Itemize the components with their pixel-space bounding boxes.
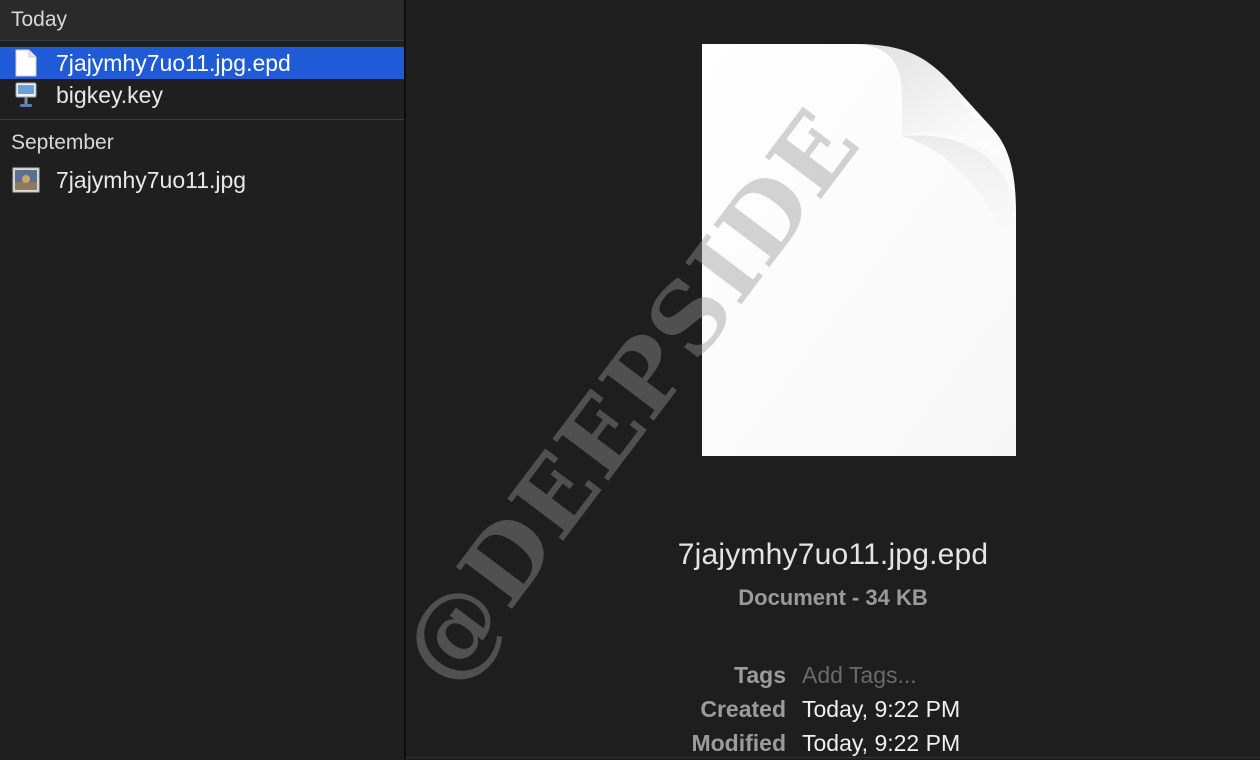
tags-row: Tags Add Tags... [606,658,1066,692]
file-row-epd[interactable]: 7jajymhy7uo11.jpg.epd [0,47,404,79]
keynote-file-icon [12,81,40,109]
add-tags-field[interactable]: Add Tags... [802,662,917,689]
blank-document-icon [12,49,40,77]
file-row-bigkey[interactable]: bigkey.key [0,79,404,111]
finder-window: Today 7jajymhy7uo11.jpg.epd bigkey.key S… [0,0,1260,760]
tags-label: Tags [734,661,786,688]
file-name-label: 7jajymhy7uo11.jpg [56,166,247,193]
file-name-label: bigkey.key [56,81,163,108]
image-thumbnail-icon [12,166,40,194]
modified-label: Modified [691,729,786,756]
section-header-september: September [11,131,114,154]
preview-file-name: 7jajymhy7uo11.jpg.epd [677,538,989,571]
modified-row: Modified Today, 9:22 PM [606,726,1066,760]
file-name-label: 7jajymhy7uo11.jpg.epd [56,49,291,76]
divider [406,757,1260,758]
preview-file-kind: Document - 34 KB [738,585,928,610]
modified-value: Today, 9:22 PM [802,729,961,756]
generic-document-icon [702,44,1016,456]
created-row: Created Today, 9:22 PM [606,692,1066,726]
created-value: Today, 9:22 PM [802,695,961,722]
metadata-list: Tags Add Tags... Created Today, 9:22 PM … [606,658,1066,760]
section-header-today: Today [0,0,404,40]
preview-pane: 7jajymhy7uo11.jpg.epd Document - 34 KB T… [406,0,1260,760]
file-row-jpg[interactable]: 7jajymhy7uo11.jpg [0,164,404,196]
created-label: Created [700,695,786,722]
file-list: Today 7jajymhy7uo11.jpg.epd bigkey.key S… [0,0,406,760]
